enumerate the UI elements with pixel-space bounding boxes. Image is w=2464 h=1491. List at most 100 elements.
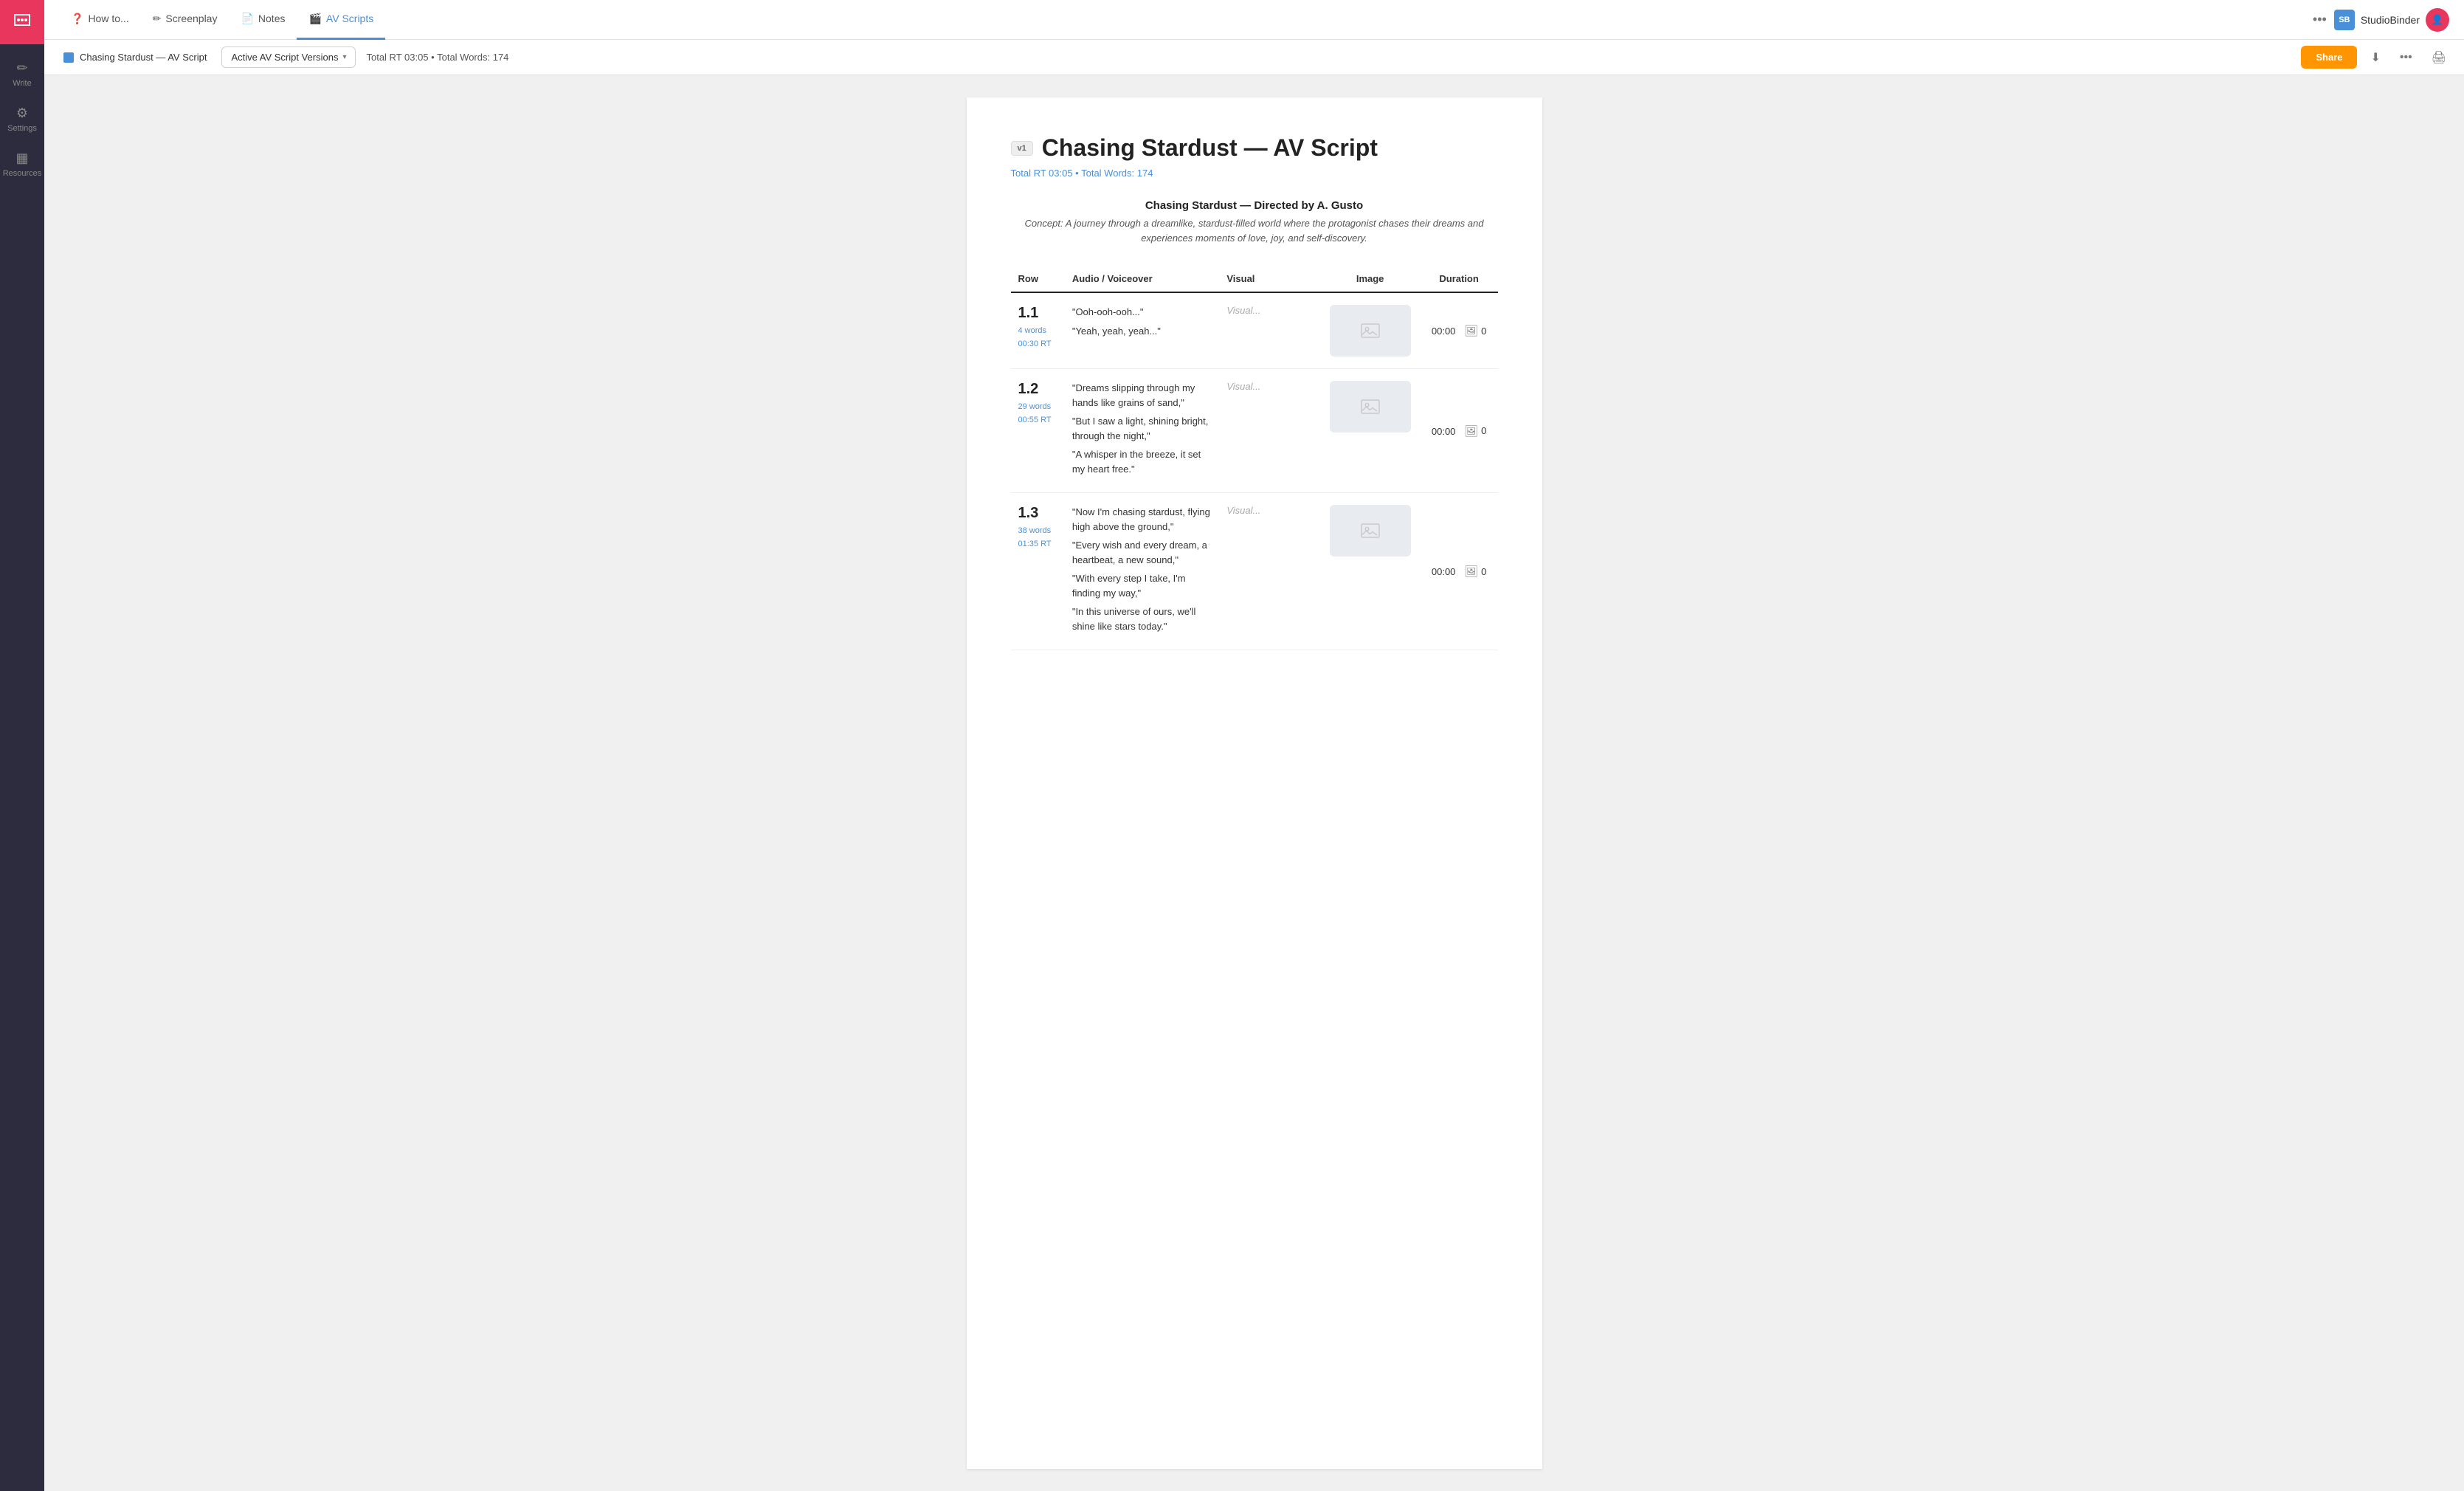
duration-value: 00:00 <box>1432 426 1456 437</box>
sidebar-item-label: Settings <box>7 124 37 133</box>
duration-cell: 00:00 🖼 0 <box>1421 292 1498 369</box>
sidebar-item-resources[interactable]: ▦ Resources <box>0 142 44 187</box>
visual-text: Visual... <box>1226 305 1260 316</box>
script-document: v1 Chasing Stardust — AV Script Total RT… <box>967 97 1542 1469</box>
image-placeholder <box>1330 305 1411 357</box>
directed-by: Chasing Stardust — Directed by A. Gusto <box>1011 199 1498 212</box>
avscripts-icon: 🎬 <box>308 13 321 25</box>
audio-line: "Yeah, yeah, yeah..." <box>1072 324 1212 339</box>
version-badge: v1 <box>1011 141 1033 156</box>
row-number: 1.3 <box>1018 505 1057 522</box>
sidebar: ✏ Write ⚙ Settings ▦ Resources <box>0 0 44 1491</box>
image-cell[interactable] <box>1320 369 1421 493</box>
table-row: 1.3 38 words01:35 RT "Now I'm chasing st… <box>1011 493 1498 650</box>
tab-dot <box>63 52 74 63</box>
table-header-row: Row Audio / Voiceover Visual Image Durat… <box>1011 267 1498 292</box>
table-row: 1.1 4 words00:30 RT "Ooh-ooh-ooh..." "Yea… <box>1011 292 1498 369</box>
screenplay-icon: ✏ <box>153 13 162 25</box>
media-count: 🖼 0 <box>1464 324 1486 337</box>
row-meta: 38 words01:35 RT <box>1018 525 1057 551</box>
media-icon: 🖼 <box>1464 565 1478 578</box>
script-tab[interactable]: Chasing Stardust — AV Script <box>56 47 214 67</box>
audio-cell: "Dreams slipping through my hands like g… <box>1065 369 1220 493</box>
visual-cell: Visual... <box>1219 493 1319 650</box>
row-meta: 29 words00:55 RT <box>1018 401 1057 427</box>
image-cell[interactable] <box>1320 292 1421 369</box>
audio-line: "Every wish and every dream, a heartbeat… <box>1072 538 1212 567</box>
audio-cell: "Now I'm chasing stardust, flying high a… <box>1065 493 1220 650</box>
audio-line: "A whisper in the breeze, it set my hear… <box>1072 447 1212 476</box>
audio-cell: "Ooh-ooh-ooh..." "Yeah, yeah, yeah..." <box>1065 292 1220 369</box>
media-count-value: 0 <box>1481 326 1486 337</box>
audio-line: "Now I'm chasing stardust, flying high a… <box>1072 505 1212 534</box>
tab-label: Screenplay <box>165 13 217 24</box>
audio-line: "Dreams slipping through my hands like g… <box>1072 381 1212 410</box>
script-tab-label: Chasing Stardust — AV Script <box>80 52 207 63</box>
audio-line: "But I saw a light, shining bright, thro… <box>1072 414 1212 443</box>
tab-avscripts[interactable]: 🎬 AV Scripts <box>297 0 385 40</box>
col-header-visual: Visual <box>1219 267 1319 292</box>
audio-line: "In this universe of ours, we'll shine l… <box>1072 605 1212 633</box>
tab-notes[interactable]: 📄 Notes <box>229 0 297 40</box>
audio-line: "With every step I take, I'm finding my … <box>1072 571 1212 600</box>
nav-more-button[interactable]: ••• <box>2305 7 2334 32</box>
toolbar-more-button[interactable]: ••• <box>2394 47 2418 69</box>
top-nav: ❓ How to... ✏ Screenplay 📄 Notes 🎬 AV Sc… <box>44 0 2464 40</box>
title-row: v1 Chasing Stardust — AV Script <box>1011 134 1498 162</box>
nav-user[interactable]: SB StudioBinder 👤 <box>2334 8 2449 32</box>
visual-cell: Visual... <box>1219 369 1319 493</box>
row-number-cell: 1.1 4 words00:30 RT <box>1011 292 1065 369</box>
versions-dropdown[interactable]: Active AV Script Versions ▾ <box>221 47 356 68</box>
row-number-cell: 1.2 29 words00:55 RT <box>1011 369 1065 493</box>
howto-icon: ❓ <box>71 13 83 25</box>
script-rt-info: Total RT 03:05 • Total Words: 174 <box>1011 168 1498 179</box>
sidebar-item-write[interactable]: ✏ Write <box>0 52 44 97</box>
tab-label: How to... <box>88 13 128 24</box>
tab-label: Notes <box>258 13 286 24</box>
col-header-audio: Audio / Voiceover <box>1065 267 1220 292</box>
share-button[interactable]: Share <box>2301 46 2357 69</box>
row-number: 1.1 <box>1018 305 1057 322</box>
settings-icon: ⚙ <box>16 106 28 121</box>
script-header: Chasing Stardust — Directed by A. Gusto … <box>1011 199 1498 245</box>
duration-value: 00:00 <box>1432 566 1456 577</box>
image-cell[interactable] <box>1320 493 1421 650</box>
content-area: v1 Chasing Stardust — AV Script Total RT… <box>44 75 2464 1491</box>
script-title: Chasing Stardust — AV Script <box>1042 134 1378 162</box>
write-icon: ✏ <box>16 61 27 76</box>
more-icon: ••• <box>2313 12 2327 27</box>
col-header-row: Row <box>1011 267 1065 292</box>
sidebar-item-label: Write <box>13 79 31 88</box>
versions-label: Active AV Script Versions <box>231 52 338 63</box>
image-placeholder <box>1330 381 1411 433</box>
sidebar-item-settings[interactable]: ⚙ Settings <box>0 97 44 142</box>
col-header-duration: Duration <box>1421 267 1498 292</box>
duration-cell: 00:00 🖼 0 <box>1421 369 1498 493</box>
image-placeholder <box>1330 505 1411 557</box>
visual-text: Visual... <box>1226 381 1260 392</box>
sidebar-item-label: Resources <box>3 169 42 178</box>
row-number-cell: 1.3 38 words01:35 RT <box>1011 493 1065 650</box>
chevron-down-icon: ▾ <box>342 53 346 61</box>
media-count-value: 0 <box>1481 425 1486 436</box>
notes-icon: 📄 <box>241 13 253 25</box>
visual-text: Visual... <box>1226 505 1260 516</box>
audio-line: "Ooh-ooh-ooh..." <box>1072 305 1212 320</box>
sidebar-logo[interactable] <box>0 0 44 44</box>
duration-cell: 00:00 🖼 0 <box>1421 493 1498 650</box>
visual-cell: Visual... <box>1219 292 1319 369</box>
toolbar-print-button[interactable]: 🖨 <box>2426 46 2452 69</box>
av-table: Row Audio / Voiceover Visual Image Durat… <box>1011 267 1498 650</box>
brand-name: StudioBinder <box>2361 14 2420 26</box>
table-row: 1.2 29 words00:55 RT "Dreams slipping th… <box>1011 369 1498 493</box>
share-label: Share <box>2316 52 2342 63</box>
tab-screenplay[interactable]: ✏ Screenplay <box>141 0 230 40</box>
media-count-value: 0 <box>1481 566 1486 577</box>
tab-howto[interactable]: ❓ How to... <box>59 0 141 40</box>
toolbar-download-button[interactable]: ⬇ <box>2364 46 2386 69</box>
concept-text: Concept: A journey through a dreamlike, … <box>1011 216 1498 245</box>
sub-toolbar: Chasing Stardust — AV Script Active AV S… <box>44 40 2464 75</box>
main-area: ❓ How to... ✏ Screenplay 📄 Notes 🎬 AV Sc… <box>44 0 2464 1491</box>
media-icon: 🖼 <box>1464 424 1478 438</box>
media-count: 🖼 0 <box>1464 424 1486 438</box>
